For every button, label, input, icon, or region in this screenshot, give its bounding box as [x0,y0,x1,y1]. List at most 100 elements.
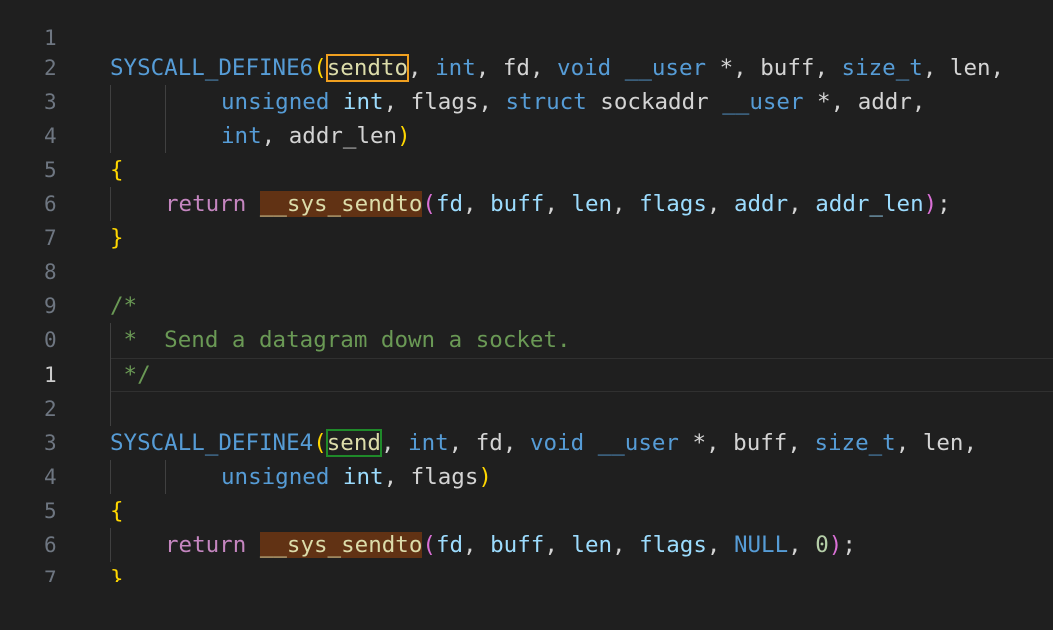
code-line[interactable]: } [110,221,124,255]
identifier: sockaddr [586,89,723,115]
punct: , [612,191,640,217]
line-number: 0 [44,328,57,352]
punct: , [963,430,977,456]
punct: , [544,532,572,558]
argument: addr [733,191,789,217]
function-call-highlighted[interactable]: __sys_sendto [259,191,423,217]
keyword: unsigned [221,464,330,490]
type: int [342,464,384,490]
punct: , [706,532,734,558]
argument: len [571,191,613,217]
line-number: 3 [44,431,57,455]
punct: , [261,123,289,149]
keyword: int [435,55,476,81]
punct: , [544,191,572,217]
punct [611,55,625,81]
line-number: 6 [44,192,57,216]
punct: *, [706,55,761,81]
macro-name: SYSCALL_DEFINE6 [110,55,314,81]
punct: , [788,532,816,558]
indent-guide [110,85,111,153]
brace: { [110,157,124,183]
punct [329,464,343,490]
punct: ; [937,191,951,217]
punct [329,89,343,115]
code-line[interactable]: unsigned int, flags) [221,460,492,494]
identifier: addr_len [288,123,398,149]
indent-guide [110,187,111,221]
punct: , [706,191,734,217]
paren: ) [478,464,492,490]
punct: , [463,191,491,217]
line-number: 3 [44,90,57,114]
line-number: 9 [44,294,57,318]
comment: * Send a datagram down a socket. [110,327,571,353]
code-line-current[interactable]: */ [110,358,151,392]
number-literal: 0 [815,532,829,558]
function-call-highlighted[interactable]: __sys_sendto [259,532,423,558]
editor-bottom-area [0,582,1053,630]
punct [246,532,260,558]
paren: ) [397,123,411,149]
code-line[interactable]: int, addr_len) [221,119,411,153]
line-number: 5 [44,499,57,523]
identifier: buff [760,55,815,81]
identifier: addr [857,89,912,115]
keyword: __user [624,55,707,81]
punct: , [990,55,1005,81]
code-line[interactable]: } [110,562,124,582]
keyword: void [529,430,585,456]
code-line[interactable]: return __sys_sendto(fd, buff, len, flags… [165,187,951,221]
argument: len [571,532,613,558]
line-number: 4 [44,124,57,148]
code-line[interactable]: /* [110,289,137,323]
keyword-return: return [165,191,247,217]
punct: , [529,55,558,81]
identifier: len [949,55,991,81]
indent-guide [110,528,111,562]
argument: addr_len [815,191,924,217]
selected-identifier-sendto[interactable]: sendto [325,54,410,82]
paren: ( [313,55,327,81]
code-line[interactable]: { [110,494,124,528]
comment: */ [110,362,151,388]
argument: flags [639,532,707,558]
argument: fd [435,532,464,558]
punct: , [814,55,842,81]
punct: , [787,430,815,456]
identifier: buff [733,430,788,456]
code-line[interactable]: * Send a datagram down a socket. [110,323,571,357]
argument: buff [490,532,545,558]
keyword: struct [505,89,587,115]
punct: , [408,55,436,81]
line-number: 7 [44,567,57,582]
selected-identifier-send[interactable]: send [325,429,382,457]
paren: ( [313,430,327,456]
line-number: 2 [44,397,57,421]
keyword: __user [722,89,804,115]
punct: , [788,191,816,217]
argument: fd [435,191,464,217]
keyword: void [557,55,612,81]
argument: flags [639,191,707,217]
type: int [342,89,384,115]
identifier: len [922,430,964,456]
punct: , [448,430,476,456]
current-line-highlight [110,358,1053,392]
code-line[interactable]: SYSCALL_DEFINE6(sendto, int, fd, void __… [110,51,1004,85]
line-number: 1 [44,26,57,50]
code-editor[interactable]: 1 2 3 4 5 6 7 8 9 0 1 2 3 4 5 6 7 SYSCAL… [0,0,1053,582]
code-line[interactable]: return __sys_sendto(fd, buff, len, flags… [165,528,856,562]
punct: , [383,89,411,115]
line-number-gutter: 1 2 3 4 5 6 7 8 9 0 1 2 3 4 5 6 7 [0,0,80,582]
code-line[interactable]: unsigned int, flags, struct sockaddr __u… [221,85,925,119]
keyword-return: return [165,532,247,558]
line-number: 2 [44,56,57,80]
identifier: fd [475,430,503,456]
code-line[interactable]: SYSCALL_DEFINE4(send, int, fd, void __us… [110,426,977,460]
line-number: 8 [44,260,57,284]
punct: , [478,89,506,115]
keyword: size_t [841,55,923,81]
identifier: flags [410,89,479,115]
code-line[interactable]: { [110,153,124,187]
